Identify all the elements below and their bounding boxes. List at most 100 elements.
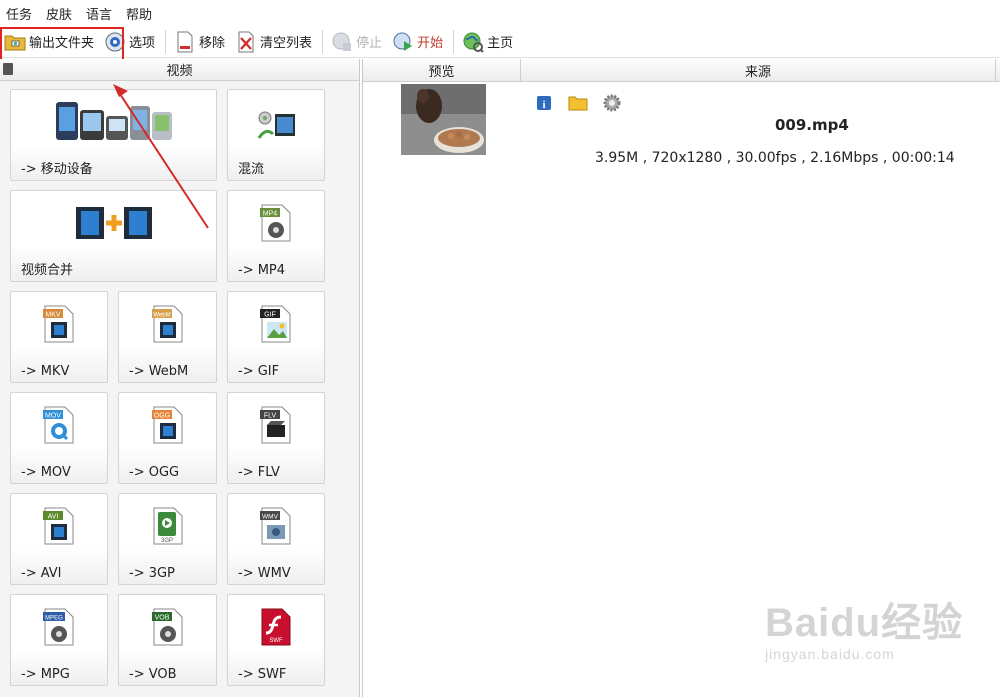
- svg-text:WMV: WMV: [262, 514, 279, 521]
- svg-text:WebM: WebM: [153, 313, 170, 319]
- 3gp-file-icon: 3GP: [151, 506, 185, 546]
- svg-text:VOB: VOB: [154, 615, 169, 622]
- file-name: 009.mp4: [775, 116, 849, 134]
- tile-label: 混流: [238, 162, 265, 177]
- mov-file-icon: MOV: [42, 405, 76, 445]
- swf-file-icon: SWF: [259, 607, 293, 647]
- tile-label: -> MPG: [21, 667, 70, 682]
- settings-gear-icon[interactable]: [601, 93, 623, 113]
- remove-document-icon: [174, 31, 196, 53]
- toolbar-separator: [165, 29, 167, 54]
- tile-label: -> SWF: [238, 667, 287, 682]
- output-folder-label: 输出文件夹: [29, 36, 95, 51]
- left-panel: 视频 -> 移动设备 混流 视频合并 MP4 -> MP4 MKV -> MKV…: [0, 59, 360, 697]
- start-button[interactable]: 开始: [388, 27, 447, 57]
- tile-label: -> GIF: [238, 364, 280, 379]
- tile-video-join[interactable]: 视频合并: [10, 190, 217, 282]
- tile-label: -> WMV: [238, 566, 291, 581]
- svg-text:MOV: MOV: [45, 413, 61, 420]
- menu-help[interactable]: 帮助: [126, 4, 152, 23]
- clear-list-button[interactable]: 清空列表: [231, 27, 316, 57]
- mkv-file-icon: MKV: [42, 304, 76, 344]
- home-label: 主页: [487, 36, 514, 51]
- clear-list-icon: [235, 31, 257, 53]
- tile-mobile-devices[interactable]: -> 移动设备: [10, 89, 217, 181]
- tile-label: -> 移动设备: [21, 162, 93, 177]
- info-icon[interactable]: i: [533, 93, 555, 113]
- svg-text:SWF: SWF: [269, 638, 283, 644]
- file-row[interactable]: i 009.mp4 3.95M , 720x1280 , 30.00fps , …: [363, 82, 1000, 166]
- watermark-brand: Baidu经验: [765, 601, 964, 645]
- tile-flv[interactable]: FLV -> FLV: [227, 392, 325, 484]
- watermark-url: jingyan.baidu.com: [765, 646, 895, 662]
- svg-text:3GP: 3GP: [160, 538, 172, 544]
- svg-text:MPEG: MPEG: [45, 616, 63, 622]
- tile-label: -> 3GP: [129, 566, 175, 581]
- vob-file-icon: VOB: [151, 607, 185, 647]
- tile-mpg[interactable]: MPEG -> MPG: [10, 594, 108, 686]
- wmv-file-icon: WMV: [259, 506, 293, 546]
- tile-gif[interactable]: GIF -> GIF: [227, 291, 325, 383]
- output-folder-button[interactable]: 输出文件夹: [0, 27, 98, 57]
- tile-vob[interactable]: VOB -> VOB: [118, 594, 217, 686]
- stop-label: 停止: [356, 36, 383, 51]
- options-gear-icon: [104, 31, 126, 53]
- tile-label: 视频合并: [21, 263, 74, 278]
- flv-file-icon: FLV: [259, 405, 293, 445]
- pin-icon[interactable]: [3, 63, 13, 75]
- menu-task[interactable]: 任务: [6, 4, 32, 23]
- clear-list-label: 清空列表: [260, 36, 313, 51]
- video-thumbnail: [401, 84, 486, 155]
- tile-mkv[interactable]: MKV -> MKV: [10, 291, 108, 383]
- tile-mov[interactable]: MOV -> MOV: [10, 392, 108, 484]
- home-globe-icon: [462, 31, 484, 53]
- toolbar: 输出文件夹 选项 移除 清空列表 停止 开始 主页: [0, 26, 1000, 58]
- svg-text:i: i: [542, 99, 545, 111]
- menubar: 任务 皮肤 语言 帮助: [0, 0, 1000, 26]
- left-panel-header: 视频: [0, 59, 359, 81]
- mux-icon: [255, 108, 297, 144]
- tile-ogg[interactable]: OGG -> OGG: [118, 392, 217, 484]
- tile-label: -> WebM: [129, 364, 189, 379]
- mobile-devices-icon: [54, 100, 174, 144]
- tile-label: -> MOV: [21, 465, 71, 480]
- row-actions: i: [533, 93, 623, 113]
- svg-text:MKV: MKV: [45, 312, 61, 319]
- svg-text:OGG: OGG: [153, 413, 169, 420]
- mp4-file-icon: MP4: [259, 203, 293, 243]
- options-button[interactable]: 选项: [100, 27, 159, 57]
- toolbar-separator: [453, 29, 455, 54]
- tile-label: -> AVI: [21, 566, 62, 581]
- tile-swf[interactable]: SWF -> SWF: [227, 594, 325, 686]
- avi-file-icon: AVI: [42, 506, 76, 546]
- start-icon: [392, 31, 414, 53]
- menu-language[interactable]: 语言: [86, 4, 112, 23]
- tile-mp4[interactable]: MP4 -> MP4: [227, 190, 325, 282]
- tile-label: -> MP4: [238, 263, 286, 278]
- webm-file-icon: WebM: [151, 304, 185, 344]
- stop-icon: [331, 31, 353, 53]
- menu-skin[interactable]: 皮肤: [46, 4, 72, 23]
- tile-mux[interactable]: 混流: [227, 89, 325, 181]
- open-folder-icon[interactable]: [567, 93, 589, 113]
- svg-text:MP4: MP4: [263, 211, 278, 218]
- home-button[interactable]: 主页: [458, 27, 517, 57]
- tile-label: -> OGG: [129, 465, 180, 480]
- gif-file-icon: GIF: [259, 304, 293, 344]
- svg-text:FLV: FLV: [264, 413, 277, 420]
- start-label: 开始: [417, 36, 444, 51]
- file-info: 3.95M , 720x1280 , 30.00fps , 2.16Mbps ,…: [595, 150, 955, 166]
- column-source[interactable]: 来源: [521, 59, 996, 81]
- folder-icon: [4, 31, 26, 53]
- tile-label: -> MKV: [21, 364, 70, 379]
- stop-button[interactable]: 停止: [327, 27, 386, 57]
- remove-button[interactable]: 移除: [170, 27, 229, 57]
- tile-avi[interactable]: AVI -> AVI: [10, 493, 108, 585]
- tile-3gp[interactable]: 3GP -> 3GP: [118, 493, 217, 585]
- tile-webm[interactable]: WebM -> WebM: [118, 291, 217, 383]
- tile-label: -> FLV: [238, 465, 280, 480]
- ogg-file-icon: OGG: [151, 405, 185, 445]
- tile-wmv[interactable]: WMV -> WMV: [227, 493, 325, 585]
- column-preview[interactable]: 预览: [363, 59, 521, 81]
- options-label: 选项: [129, 36, 156, 51]
